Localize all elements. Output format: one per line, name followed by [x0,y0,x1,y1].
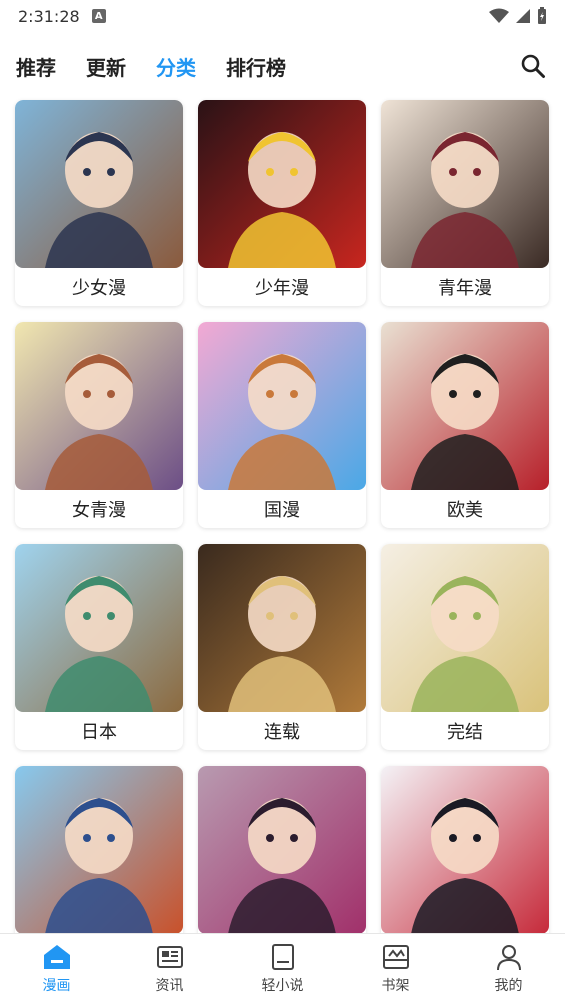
category-card-seinen[interactable]: 青年漫 [381,100,549,306]
category-cover-image [15,766,183,934]
category-label: 完结 [447,722,483,743]
category-card-guoman[interactable]: 国漫 [198,322,366,528]
category-card-shounen[interactable]: 少年漫 [198,100,366,306]
category-label: 国漫 [264,500,300,521]
search-icon [521,54,545,78]
bottom-nav-profile[interactable]: 我的 [452,934,565,1004]
tab-update[interactable]: 更新 [86,52,126,81]
category-card-japan[interactable]: 日本 [15,544,183,750]
category-cover-image [198,766,366,934]
profile-icon [495,943,523,971]
category-label: 日本 [81,722,117,743]
top-tab-bar: 推荐 更新 分类 排行榜 [0,44,565,88]
wifi-icon [489,8,509,23]
category-cover-image [381,766,549,934]
category-cover-image [15,544,183,712]
bottom-nav-label: 漫画 [42,978,71,994]
search-button[interactable] [517,50,549,82]
bottom-nav-label: 资讯 [155,978,184,994]
battery-icon [538,7,546,24]
bottom-nav-label: 轻小说 [261,978,304,994]
tab-recommend[interactable]: 推荐 [16,52,56,81]
bottom-nav-comics[interactable]: 漫画 [0,934,113,1004]
category-cover-image [198,544,366,712]
category-cover-image [198,100,366,268]
category-cover-image [15,100,183,268]
category-label: 少女漫 [72,278,126,299]
category-label: 连载 [264,722,300,743]
news-icon [156,943,184,971]
category-cover-image [15,322,183,490]
category-label: 欧美 [447,500,483,521]
category-card-western[interactable]: 欧美 [381,322,549,528]
bottom-nav-label: 我的 [494,978,523,994]
category-label: 少年漫 [255,278,309,299]
book-icon [269,943,297,971]
bottom-nav-label: 书架 [381,978,410,994]
bookshelf-icon [382,943,410,971]
category-grid: 少女漫 少年漫 青年漫女青漫 国漫 欧美日本 连载 完结 [15,100,550,972]
category-label: 青年漫 [438,278,492,299]
notification-a-icon: A [91,9,106,23]
status-time: 2:31:28 [18,6,80,26]
category-cover-image [381,322,549,490]
tab-category[interactable]: 分类 [156,52,196,81]
signal-icon [516,9,530,23]
category-cover-image [381,100,549,268]
bottom-nav-news[interactable]: 资讯 [113,934,226,1004]
bottom-nav-novel[interactable]: 轻小说 [226,934,339,1004]
status-bar: 2:31:28 A [0,0,565,32]
bottom-nav-bookshelf[interactable]: 书架 [339,934,452,1004]
category-card-shoujo[interactable]: 少女漫 [15,100,183,306]
tab-ranking[interactable]: 排行榜 [226,52,286,81]
category-card-ongoing[interactable]: 连载 [198,544,366,750]
bottom-nav-bar: 漫画 资讯 轻小说 书架 我的 [0,933,565,1004]
category-card-completed[interactable]: 完结 [381,544,549,750]
home-icon [43,943,71,971]
status-icons [489,7,547,25]
category-cover-image [198,322,366,490]
category-label: 女青漫 [72,500,126,521]
category-cover-image [381,544,549,712]
category-card-josei[interactable]: 女青漫 [15,322,183,528]
